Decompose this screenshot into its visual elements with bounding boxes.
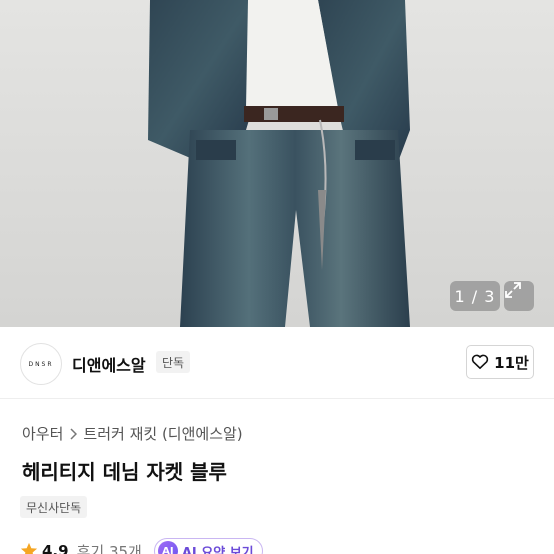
musinsa-exclusive-tag: 무신사단독: [20, 496, 88, 518]
image-counter: 1 / 3: [450, 281, 500, 311]
product-image[interactable]: 1 / 3: [0, 0, 554, 327]
like-button[interactable]: 11만: [466, 345, 534, 379]
rating-row: 4.9 후기 35개 AI AI 요약 보기: [20, 538, 263, 554]
breadcrumb-item-outer[interactable]: 아우터: [22, 423, 63, 444]
brand-logo[interactable]: DNSR: [20, 343, 62, 385]
brand-name[interactable]: 디앤에스알: [72, 352, 146, 376]
product-title: 헤리티지 데님 자켓 블루: [22, 460, 227, 484]
model-photo: [0, 0, 554, 327]
review-count-link[interactable]: 후기 35개: [77, 541, 142, 554]
rating-value: 4.9: [42, 542, 69, 554]
exclusive-badge: 단독: [156, 351, 191, 373]
breadcrumb-item-trucker-jacket[interactable]: 트러커 재킷 (디앤에스알): [83, 423, 242, 444]
ai-summary-button[interactable]: AI AI 요약 보기: [153, 538, 263, 554]
ai-icon: AI: [157, 541, 178, 554]
expand-icon: [505, 282, 521, 298]
brand-row: DNSR 디앤에스알 단독 11만: [0, 327, 554, 399]
chevron-right-icon: [70, 427, 78, 440]
breadcrumb: 아우터 트러커 재킷 (디앤에스알): [22, 423, 243, 444]
ai-summary-label: AI 요약 보기: [181, 545, 254, 554]
like-count: 11만: [494, 353, 529, 372]
expand-button[interactable]: [504, 281, 534, 311]
heart-icon: [472, 354, 489, 370]
star-icon: [20, 542, 38, 554]
product-page: 1 / 3 DNSR 디앤에스알 단독 11만 아우터 트러커 재킷 (디앤에스…: [0, 0, 554, 554]
